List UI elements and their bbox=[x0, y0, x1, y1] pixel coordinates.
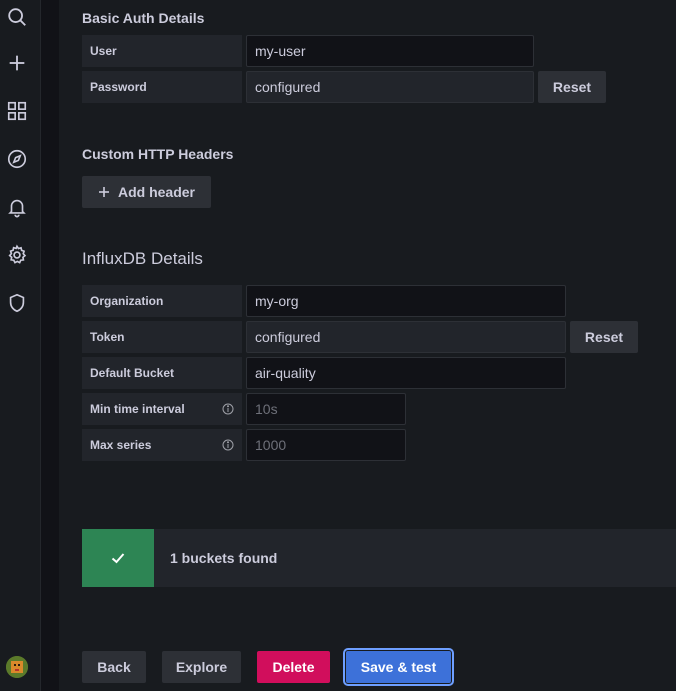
info-icon[interactable] bbox=[222, 439, 234, 451]
default-bucket-label: Default Bucket bbox=[82, 357, 242, 389]
max-series-label: Max series bbox=[82, 429, 242, 461]
organization-label: Organization bbox=[82, 285, 242, 317]
delete-button[interactable]: Delete bbox=[257, 651, 330, 683]
alert-status-box bbox=[82, 529, 154, 587]
checkmark-icon bbox=[110, 550, 126, 566]
alert-message: 1 buckets found bbox=[170, 550, 278, 566]
alerting-bell-icon[interactable] bbox=[4, 194, 30, 220]
min-time-interval-input[interactable]: 10s bbox=[246, 393, 406, 425]
info-icon[interactable] bbox=[222, 403, 234, 415]
server-admin-shield-icon[interactable] bbox=[4, 290, 30, 316]
min-time-interval-label: Min time interval bbox=[82, 393, 242, 425]
token-input[interactable]: configured bbox=[246, 321, 566, 353]
password-reset-button[interactable]: Reset bbox=[538, 71, 606, 103]
password-input[interactable]: configured bbox=[246, 71, 534, 103]
organization-input[interactable]: my-org bbox=[246, 285, 566, 317]
max-series-text: Max series bbox=[90, 438, 152, 452]
explore-button[interactable]: Explore bbox=[162, 651, 241, 683]
user-input[interactable]: my-user bbox=[246, 35, 534, 67]
basic-auth-title: Basic Auth Details bbox=[82, 10, 205, 26]
default-bucket-input[interactable]: air-quality bbox=[246, 357, 566, 389]
search-icon[interactable] bbox=[4, 4, 30, 30]
save-and-test-button[interactable]: Save & test bbox=[343, 648, 454, 686]
success-alert: 1 buckets found bbox=[82, 529, 676, 587]
password-label: Password bbox=[82, 71, 242, 103]
user-label: User bbox=[82, 35, 242, 67]
configuration-gear-icon[interactable] bbox=[4, 242, 30, 268]
token-label: Token bbox=[82, 321, 242, 353]
custom-headers-title: Custom HTTP Headers bbox=[82, 146, 234, 162]
add-header-button[interactable]: Add header bbox=[82, 176, 211, 208]
token-reset-button[interactable]: Reset bbox=[570, 321, 638, 353]
page-gutter bbox=[41, 0, 59, 691]
side-menu bbox=[0, 0, 41, 691]
back-button[interactable]: Back bbox=[82, 651, 146, 683]
plus-icon bbox=[98, 186, 110, 198]
influxdb-details-title: InfluxDB Details bbox=[82, 249, 203, 268]
user-avatar[interactable] bbox=[6, 656, 28, 678]
dashboards-icon[interactable] bbox=[4, 98, 30, 124]
add-header-label: Add header bbox=[117, 184, 195, 200]
plus-icon[interactable] bbox=[4, 50, 30, 76]
explore-compass-icon[interactable] bbox=[4, 146, 30, 172]
min-time-interval-text: Min time interval bbox=[90, 402, 185, 416]
max-series-input[interactable]: 1000 bbox=[246, 429, 406, 461]
